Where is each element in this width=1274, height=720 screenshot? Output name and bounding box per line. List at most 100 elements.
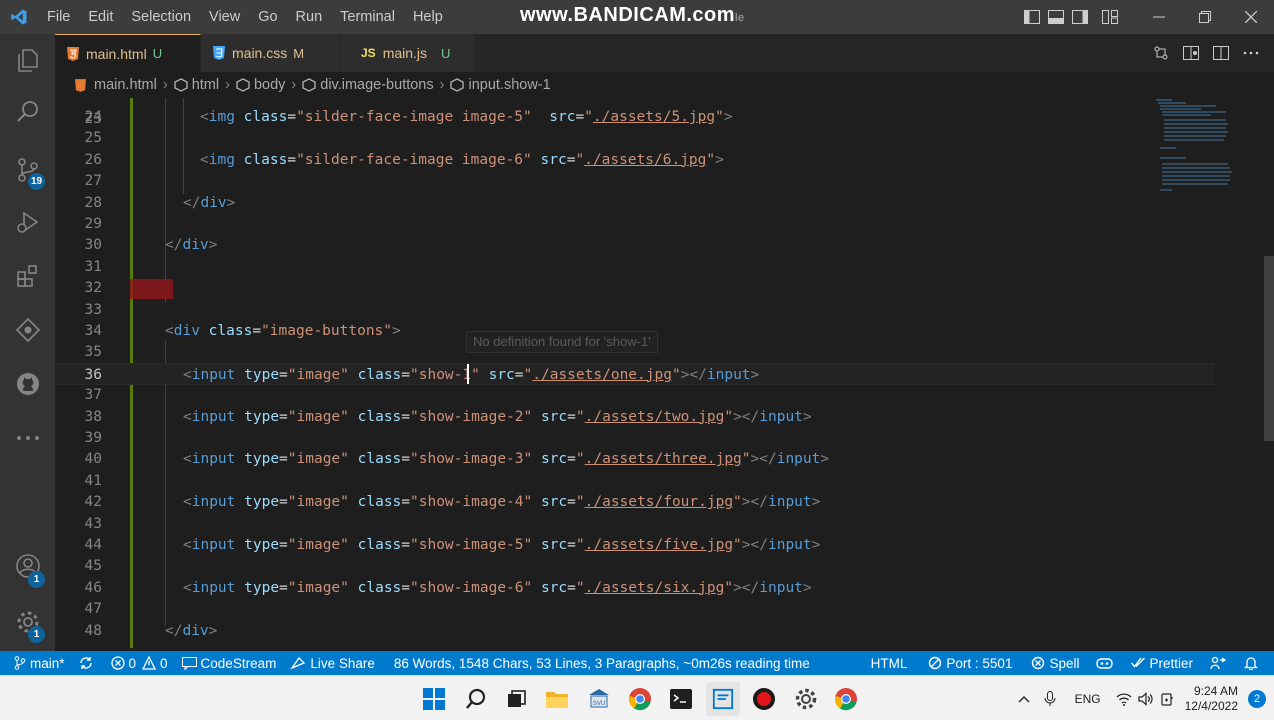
settings-icon[interactable] (789, 682, 823, 716)
menu-selection[interactable]: Selection (122, 0, 200, 34)
code-token: class (357, 366, 402, 383)
more-actions-icon[interactable] (1236, 34, 1266, 72)
notifications-bell-icon[interactable] (1237, 651, 1274, 675)
accounts-icon[interactable]: 1 (0, 542, 55, 590)
line-number: 48 (84, 622, 102, 639)
menu-terminal[interactable]: Terminal (331, 0, 404, 34)
breadcrumb-div[interactable]: div.image-buttons (302, 77, 434, 93)
run-debug-icon[interactable] (0, 198, 55, 246)
menu-run[interactable]: Run (287, 0, 332, 34)
github-icon[interactable] (0, 360, 55, 408)
chevron-right-icon: › (162, 77, 168, 93)
minimap-preview (1156, 99, 1232, 191)
close-icon[interactable] (1228, 0, 1274, 34)
input-language[interactable]: ENG (1063, 676, 1113, 720)
restore-icon[interactable] (1182, 0, 1228, 34)
clock[interactable]: 9:24 AM 12/4/2022 (1179, 684, 1244, 714)
code-content: <input type="image" class="show-image-3"… (183, 448, 829, 470)
copilot-icon[interactable] (1086, 651, 1124, 675)
line-number: 26 (84, 151, 102, 168)
terminal-icon[interactable] (664, 682, 698, 716)
breadcrumb-input[interactable]: input.show-1 (450, 77, 551, 93)
tab-main-css[interactable]: main.css M (201, 34, 341, 72)
toggle-secondary-sidebar-icon[interactable] (1068, 0, 1092, 34)
code-line: 32 (55, 277, 1215, 299)
taskbar-search-icon[interactable] (459, 682, 493, 716)
breadcrumb-html[interactable]: html (174, 77, 219, 93)
spell-item[interactable]: Spell (1019, 651, 1086, 675)
menu-go[interactable]: Go (249, 0, 286, 34)
code-token: src (488, 366, 515, 383)
code-token: = (279, 451, 288, 468)
minimize-icon[interactable] (1136, 0, 1182, 34)
menu-edit[interactable]: Edit (79, 0, 122, 34)
customize-layout-icon[interactable] (1098, 0, 1122, 34)
code-editor[interactable]: 23 49 24<img class="silder-face-image im… (55, 98, 1274, 651)
split-editor-icon[interactable] (1206, 34, 1236, 72)
minimap[interactable] (1156, 98, 1256, 218)
code-token: "show-image-2" (410, 408, 533, 425)
code-token: " (733, 537, 742, 553)
windows-start-icon[interactable] (417, 682, 451, 716)
toggle-sidebar-icon[interactable] (1020, 0, 1044, 34)
chrome-icon[interactable] (829, 682, 863, 716)
breadcrumb-file[interactable]: main.html (75, 77, 157, 93)
search-icon[interactable] (0, 88, 55, 136)
svu-app-icon[interactable]: SVU (582, 682, 616, 716)
extensions-icon[interactable] (0, 252, 55, 300)
language-mode[interactable]: HTML (864, 651, 922, 675)
compare-changes-icon[interactable] (1146, 34, 1176, 72)
feedback-icon[interactable] (1200, 651, 1237, 675)
error-count: 0 (128, 655, 137, 671)
microphone-icon[interactable] (1037, 676, 1063, 720)
sync-icon[interactable] (72, 651, 104, 675)
code-token: < (200, 109, 209, 125)
breadcrumb-body[interactable]: body (236, 77, 285, 93)
code-token: > (715, 151, 724, 168)
code-token: class (357, 494, 402, 511)
menu-view[interactable]: View (200, 0, 249, 34)
battery-icon[interactable] (1157, 676, 1179, 720)
code-token: "image" (287, 366, 349, 383)
more-icon[interactable] (0, 414, 55, 462)
task-view-icon[interactable] (499, 682, 533, 716)
file-explorer-icon[interactable] (540, 682, 574, 716)
code-token: ></ (733, 408, 760, 425)
tab-label: main.js (382, 45, 428, 61)
toggle-panel-icon[interactable] (1044, 0, 1068, 34)
code-token: src (549, 109, 576, 125)
vertical-scrollbar[interactable] (1264, 256, 1274, 441)
chrome-icon[interactable] (623, 682, 657, 716)
wifi-icon[interactable] (1113, 676, 1135, 720)
liveshare-item[interactable]: Live Share (283, 651, 382, 675)
windows-taskbar: SVU ENG 9:24 AM 12/4/2022 2 (0, 675, 1274, 720)
tab-label: main.css (232, 45, 288, 61)
vscode-logo-icon (0, 0, 38, 34)
code-line: 45 (55, 555, 1215, 577)
vscode-taskbar-icon[interactable] (706, 682, 740, 716)
problems-indicator[interactable]: 0 0 (104, 651, 175, 675)
wordcount-item[interactable]: 86 Words, 1548 Chars, 53 Lines, 3 Paragr… (382, 651, 817, 675)
notification-count-badge[interactable]: 2 (1248, 689, 1266, 708)
explorer-icon[interactable] (0, 36, 55, 84)
menu-help[interactable]: Help (404, 0, 452, 34)
chevron-up-icon[interactable] (1011, 676, 1037, 720)
gitlens-icon[interactable] (0, 306, 55, 354)
code-content: </div> (165, 234, 217, 256)
open-preview-icon[interactable] (1176, 34, 1206, 72)
source-control-icon[interactable]: 19 (0, 146, 55, 194)
menu-file[interactable]: File (38, 0, 79, 34)
tab-main-html[interactable]: main.html U (55, 34, 201, 72)
scm-badge: 19 (28, 173, 45, 190)
manage-gear-icon[interactable]: 1 (0, 598, 55, 646)
codestream-item[interactable]: CodeStream (175, 651, 284, 675)
branch-indicator[interactable]: main* (0, 651, 72, 675)
bandicam-record-icon[interactable] (747, 682, 781, 716)
tab-main-js[interactable]: JS main.js U (341, 34, 475, 72)
code-token: = (287, 109, 297, 125)
prettier-item[interactable]: Prettier (1124, 651, 1200, 675)
live-server-port[interactable]: Port : 5501 (921, 651, 1019, 675)
volume-icon[interactable] (1135, 676, 1157, 720)
